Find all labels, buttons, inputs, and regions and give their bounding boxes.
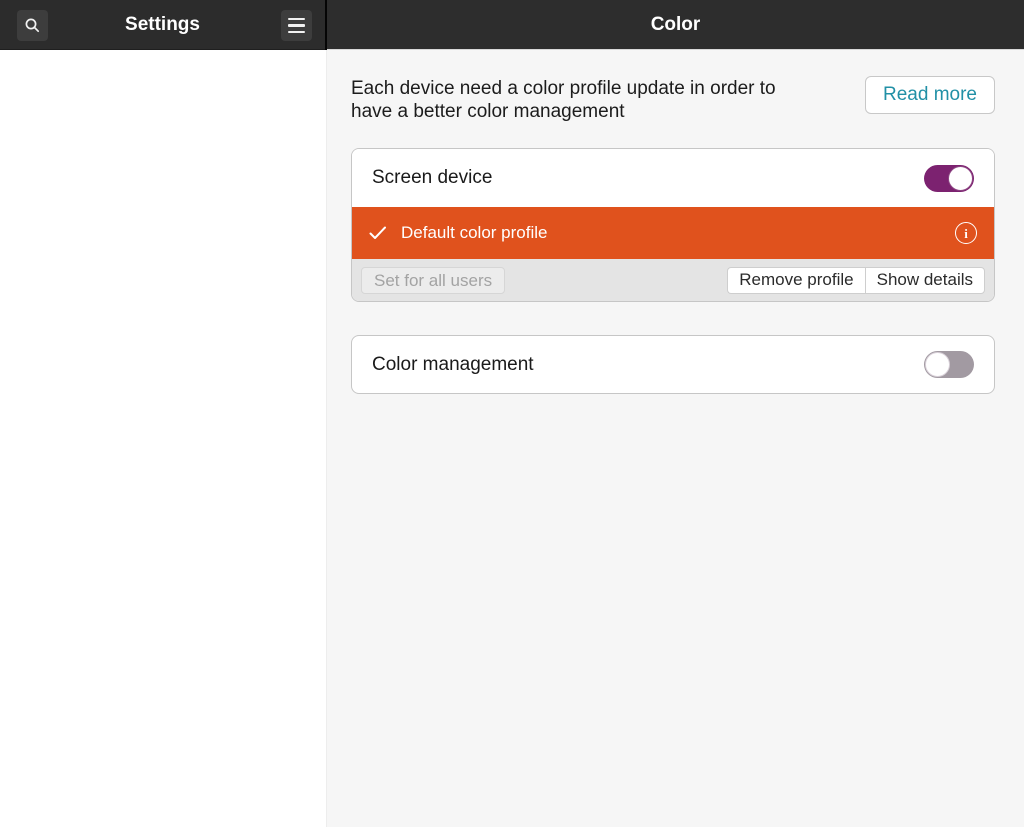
- profile-actions-row: Set for all users Remove profile Show de…: [352, 259, 994, 301]
- color-management-card: Color management: [351, 335, 995, 394]
- panel-description: Each device need a color profile update …: [351, 76, 781, 123]
- set-for-all-users-button[interactable]: Set for all users: [361, 267, 505, 294]
- header-left-pane: Settings: [0, 0, 325, 50]
- screen-device-row: Screen device: [352, 149, 994, 207]
- read-more-button[interactable]: Read more: [865, 76, 995, 114]
- hamburger-icon: [288, 18, 305, 34]
- sidebar: [0, 50, 327, 827]
- search-icon: [24, 17, 41, 34]
- profile-info-button[interactable]: i: [955, 222, 977, 244]
- color-management-label: Color management: [372, 354, 924, 376]
- screen-device-toggle[interactable]: [924, 165, 974, 192]
- default-profile-label: Default color profile: [401, 223, 955, 243]
- profile-actions-group: Remove profile Show details: [727, 267, 985, 294]
- show-details-button[interactable]: Show details: [865, 267, 985, 294]
- window-body: Each device need a color profile update …: [0, 50, 1024, 827]
- search-button[interactable]: [17, 10, 48, 41]
- color-panel: Each device need a color profile update …: [327, 50, 1024, 827]
- remove-profile-button[interactable]: Remove profile: [727, 267, 864, 294]
- settings-window: Settings Color Each device need a color …: [0, 0, 1024, 827]
- checkmark-icon: [369, 226, 387, 240]
- header-bar: Settings Color: [0, 0, 1024, 50]
- color-management-toggle[interactable]: [924, 351, 974, 378]
- page-title: Color: [651, 14, 701, 36]
- default-profile-row[interactable]: Default color profile i: [352, 207, 994, 259]
- info-icon: i: [964, 227, 968, 240]
- header-right-pane: Color: [327, 0, 1024, 50]
- menu-button[interactable]: [281, 10, 312, 41]
- window-title: Settings: [125, 14, 200, 36]
- toggle-knob: [948, 166, 973, 191]
- intro-row: Each device need a color profile update …: [351, 76, 995, 123]
- screen-device-card: Screen device Default color profile i: [351, 148, 995, 302]
- toggle-knob: [925, 352, 950, 377]
- screen-device-label: Screen device: [372, 167, 924, 189]
